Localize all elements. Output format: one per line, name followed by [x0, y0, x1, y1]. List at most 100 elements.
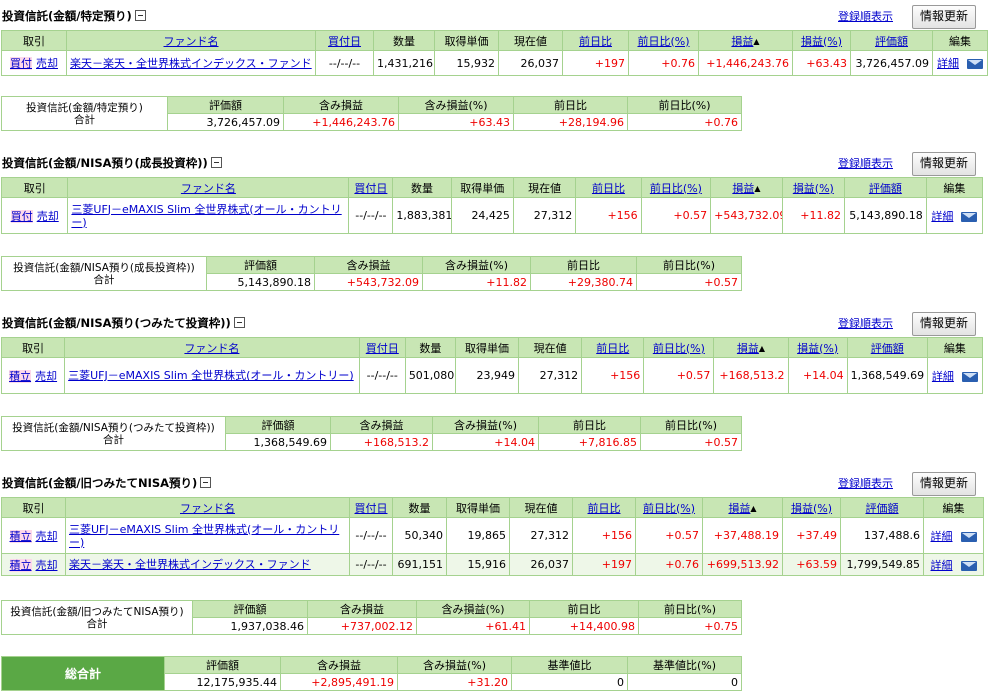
detail-link[interactable]: 詳細: [931, 530, 953, 543]
sort-order-link[interactable]: 登録順表示: [838, 8, 893, 24]
fund-name-link[interactable]: 三菱UFJ－eMAXIS Slim 全世界株式(オール・カントリー): [68, 369, 354, 382]
sum-col-pl-pct: 含み損益(%): [416, 600, 530, 618]
sum-col-change-pct: 前日比(%): [640, 416, 742, 434]
col-change-sort[interactable]: 前日比: [588, 502, 621, 515]
table-row: 買付 売却 楽天－楽天・全世界株式インデックス・ファンド --/--/-- 1,4…: [1, 50, 988, 76]
col-pl-sort[interactable]: 損益: [732, 182, 754, 195]
collapse-icon[interactable]: [134, 10, 146, 21]
detail-link[interactable]: 詳細: [932, 370, 954, 383]
accumulate-link[interactable]: 積立: [9, 558, 32, 572]
fund-name-link[interactable]: 三菱UFJ－eMAXIS Slim 全世界株式(オール・カントリー): [69, 523, 339, 549]
detail-link[interactable]: 詳細: [931, 559, 953, 572]
sell-link[interactable]: 売却: [36, 559, 58, 572]
col-value-sort[interactable]: 評価額: [871, 342, 904, 355]
sum-change: +28,194.96: [513, 113, 628, 131]
col-buy-date-sort[interactable]: 買付日: [355, 502, 388, 515]
col-change-pct-sort[interactable]: 前日比(%): [653, 342, 705, 355]
total-col-value: 評価額: [164, 656, 281, 674]
sum-pl-pct: +11.82: [422, 273, 531, 291]
refresh-button[interactable]: 情報更新: [912, 472, 977, 496]
sum-value: 1,937,038.46: [192, 617, 308, 635]
col-fund-name-sort[interactable]: ファンド名: [181, 182, 236, 195]
col-pl-pct-sort[interactable]: 損益(%): [801, 35, 842, 48]
total-base: 0: [511, 673, 628, 691]
mail-icon[interactable]: [967, 59, 983, 69]
refresh-button[interactable]: 情報更新: [912, 312, 977, 336]
sell-link[interactable]: 売却: [37, 210, 59, 223]
sum-value: 3,726,457.09: [167, 113, 284, 131]
col-buy-date-sort[interactable]: 買付日: [366, 342, 399, 355]
col-fund-name-sort[interactable]: ファンド名: [184, 342, 239, 355]
cost-price: 19,865: [446, 517, 510, 554]
col-fund-name-sort[interactable]: ファンド名: [164, 35, 219, 48]
section-title: 投資信託(金額/旧つみたてNISA預り): [2, 475, 212, 491]
col-change-sort[interactable]: 前日比: [592, 182, 625, 195]
mail-icon[interactable]: [961, 211, 978, 222]
col-edit: 編集: [932, 30, 988, 51]
sum-col-change-pct: 前日比(%): [627, 96, 742, 114]
collapse-icon[interactable]: [210, 157, 222, 168]
summary-total-label: 合計: [74, 113, 95, 126]
fund-name-link[interactable]: 楽天－楽天・全世界株式インデックス・ファンド: [70, 57, 312, 70]
sort-order-link[interactable]: 登録順表示: [838, 315, 893, 331]
col-change-sort[interactable]: 前日比: [579, 35, 612, 48]
detail-link[interactable]: 詳細: [937, 57, 959, 70]
sell-link[interactable]: 売却: [35, 370, 57, 383]
collapse-icon[interactable]: [233, 317, 245, 328]
total-col-pl: 含み損益: [280, 656, 398, 674]
cost-price: 15,916: [446, 553, 510, 576]
cost-price: 15,932: [434, 50, 499, 76]
quantity: 1,883,381: [392, 197, 452, 234]
refresh-button[interactable]: 情報更新: [912, 152, 977, 176]
collapse-icon[interactable]: [200, 477, 212, 488]
col-pl-pct-sort[interactable]: 損益(%): [793, 182, 834, 195]
col-value-sort[interactable]: 評価額: [869, 182, 902, 195]
section-title-text: 投資信託(金額/NISA預り(成長投資枠)): [2, 156, 208, 170]
sum-change: +29,380.74: [530, 273, 637, 291]
mail-icon[interactable]: [961, 371, 978, 382]
sum-pl: +737,002.12: [307, 617, 417, 635]
sort-order-link[interactable]: 登録順表示: [838, 155, 893, 171]
sum-col-pl: 含み損益: [283, 96, 399, 114]
total-base-pct: 0: [627, 673, 742, 691]
col-pl-pct-sort[interactable]: 損益(%): [791, 502, 832, 515]
sum-change-pct: +0.76: [627, 113, 742, 131]
sum-col-value: 評価額: [206, 256, 315, 274]
col-change-pct-sort[interactable]: 前日比(%): [650, 182, 702, 195]
col-change-pct-sort[interactable]: 前日比(%): [637, 35, 689, 48]
refresh-button[interactable]: 情報更新: [912, 5, 977, 29]
fund-name-link[interactable]: 三菱UFJ－eMAXIS Slim 全世界株式(オール・カントリー): [71, 203, 341, 229]
col-buy-date-sort[interactable]: 買付日: [354, 182, 387, 195]
col-price: 現在値: [498, 30, 563, 51]
profit-loss-pct: +37.49: [782, 517, 841, 554]
accumulate-link[interactable]: 積立: [9, 369, 32, 383]
col-pl-sort[interactable]: 損益: [731, 35, 753, 48]
section-title: 投資信託(金額/特定預り): [2, 8, 146, 24]
sort-order-link[interactable]: 登録順表示: [838, 475, 893, 491]
col-change-sort[interactable]: 前日比: [596, 342, 629, 355]
fund-name-link[interactable]: 楽天－楽天・全世界株式インデックス・ファンド: [69, 558, 311, 571]
buy-link[interactable]: 買付: [10, 57, 32, 70]
total-col-base-pct: 基準値比(%): [627, 656, 742, 674]
col-pl-sort[interactable]: 損益: [737, 342, 759, 355]
mail-icon[interactable]: [960, 560, 977, 571]
col-pl-sort[interactable]: 損益: [728, 502, 750, 515]
accumulate-link[interactable]: 積立: [9, 529, 32, 543]
mail-icon[interactable]: [960, 531, 977, 542]
total-col-base: 基準値比: [511, 656, 628, 674]
total-value: 12,175,935.44: [164, 673, 281, 691]
sum-value: 5,143,890.18: [206, 273, 315, 291]
buy-link[interactable]: 買付: [10, 209, 33, 223]
col-fund-name-sort[interactable]: ファンド名: [180, 502, 235, 515]
col-buy-date-sort[interactable]: 買付日: [328, 35, 361, 48]
sum-pl: +543,732.09: [314, 273, 423, 291]
col-value-sort[interactable]: 評価額: [875, 35, 908, 48]
detail-link[interactable]: 詳細: [931, 210, 953, 223]
sell-link[interactable]: 売却: [36, 530, 58, 543]
sum-change-pct: +0.57: [636, 273, 742, 291]
sell-link[interactable]: 売却: [36, 57, 58, 70]
col-pl-pct-sort[interactable]: 損益(%): [797, 342, 838, 355]
col-value-sort[interactable]: 評価額: [866, 502, 899, 515]
col-change-pct-sort[interactable]: 前日比(%): [643, 502, 695, 515]
sum-col-change: 前日比: [538, 416, 641, 434]
